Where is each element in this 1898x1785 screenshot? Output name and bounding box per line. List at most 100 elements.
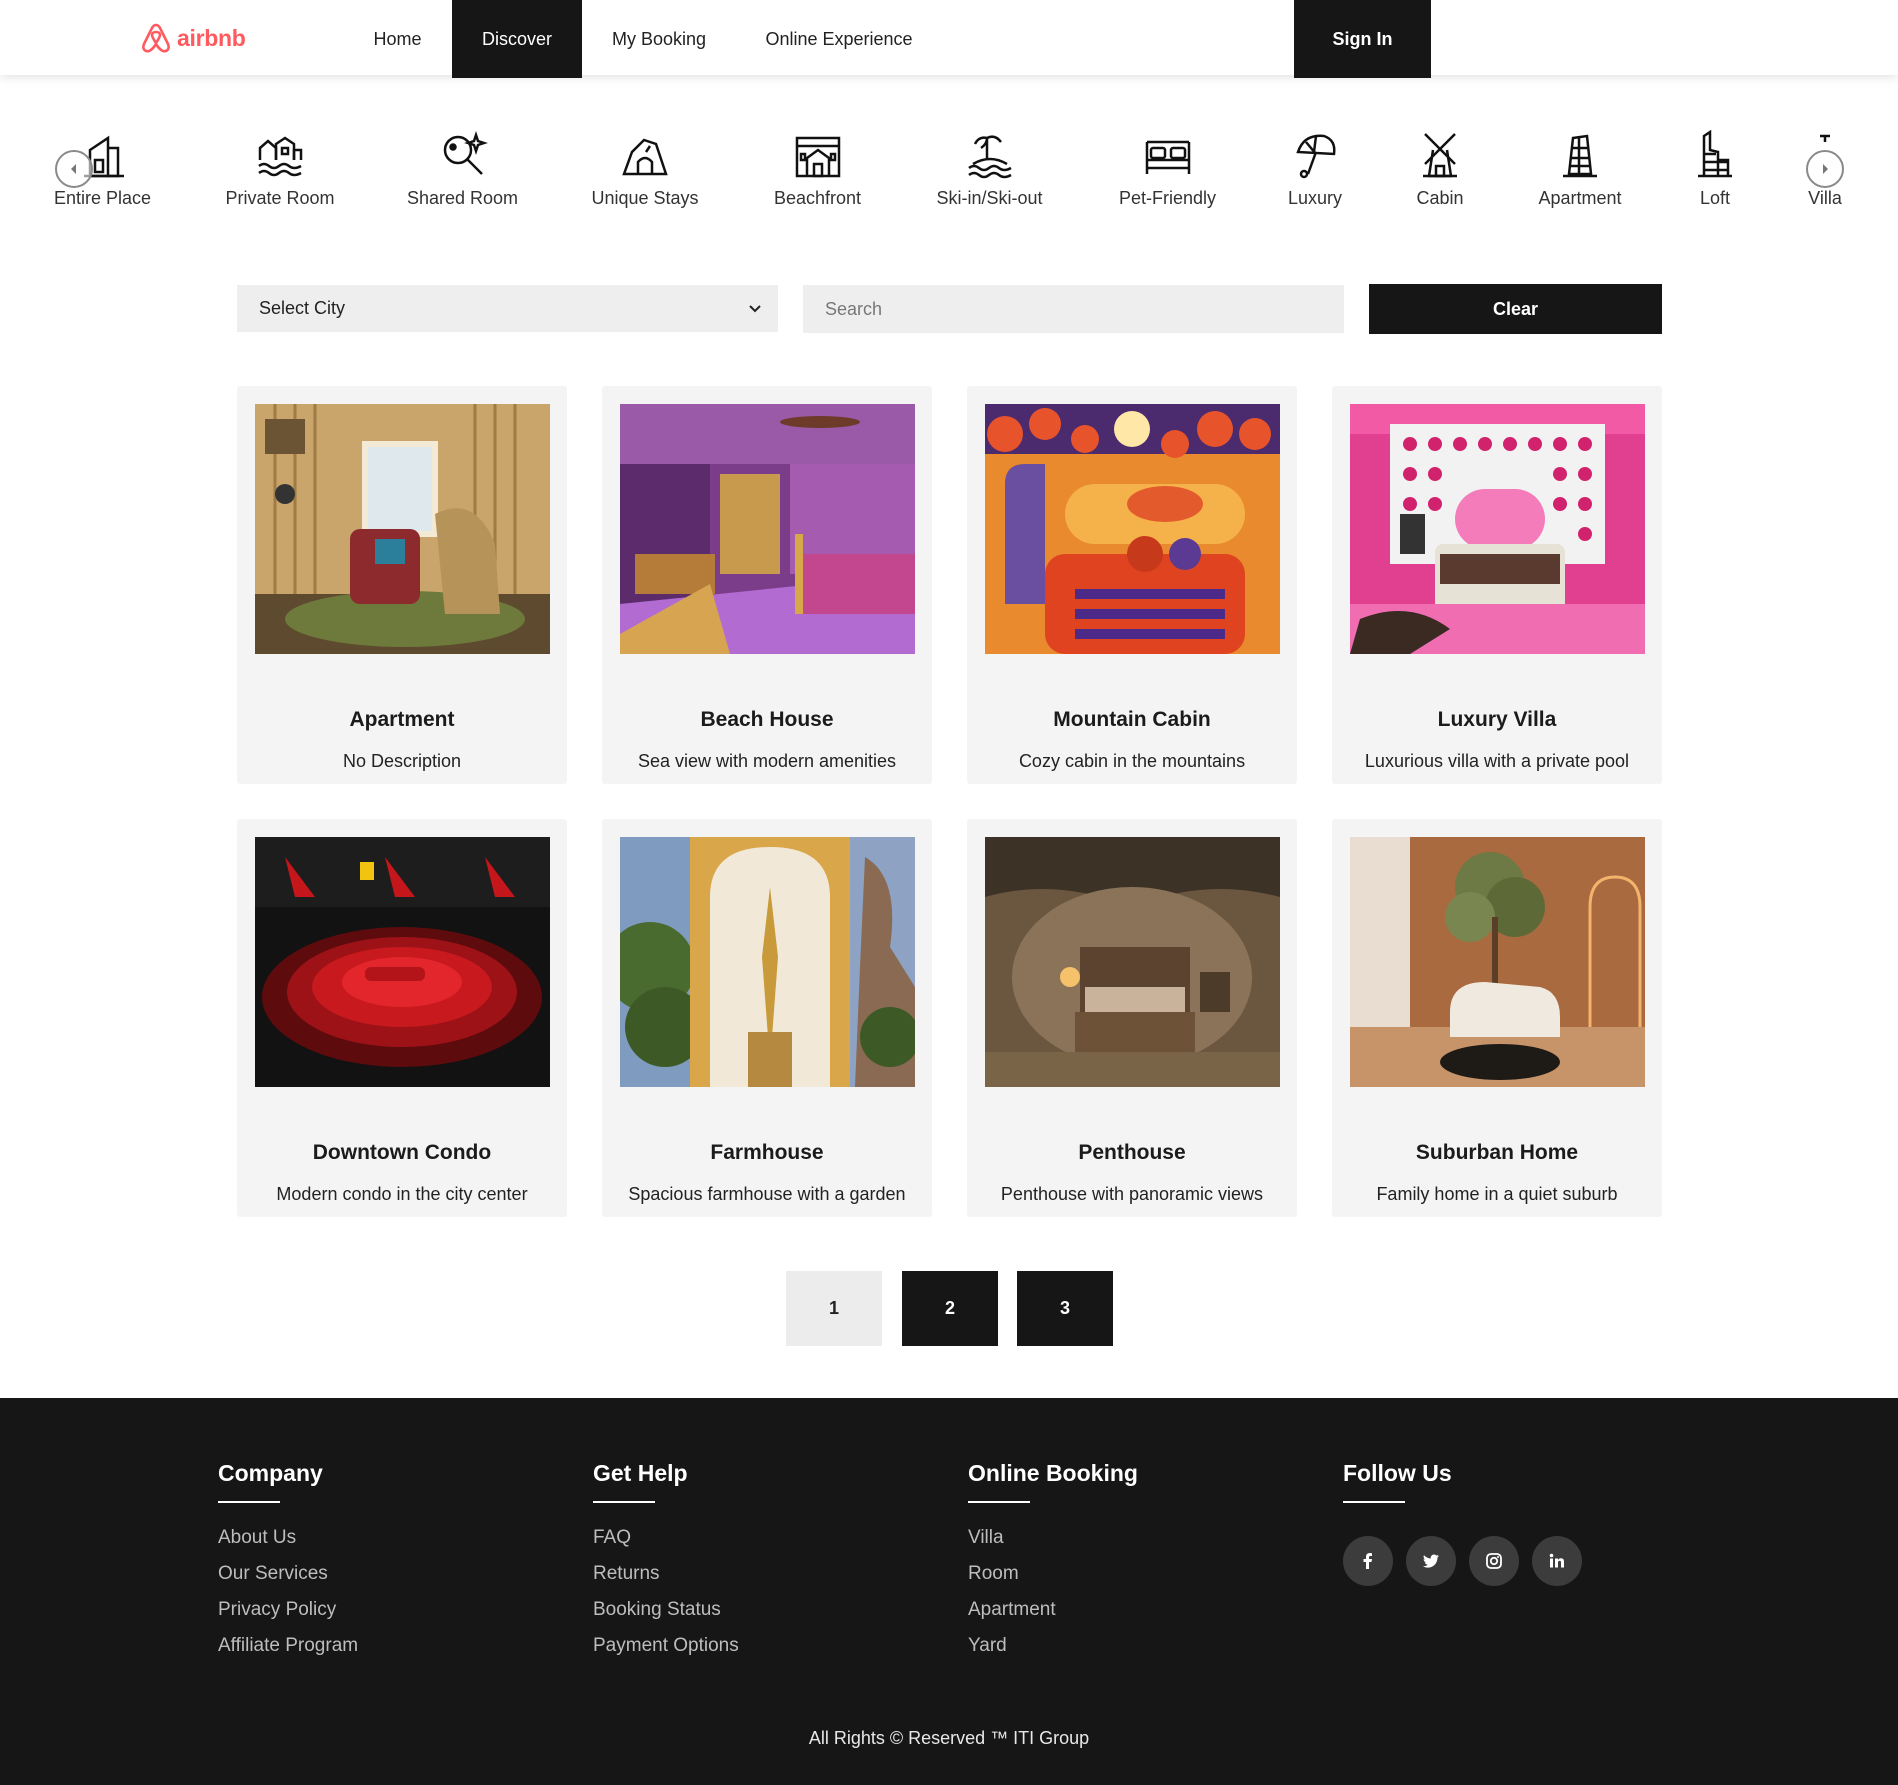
city-select-value: Select City	[259, 298, 346, 318]
listing-description: Penthouse with panoramic views	[1000, 1184, 1264, 1204]
footer-link-yard[interactable]: Yard	[968, 1635, 1138, 1657]
category-label: Beachfront	[773, 188, 862, 208]
category-label: Cabin	[1416, 188, 1464, 208]
listing-description: Spacious farmhouse with a garden	[628, 1184, 906, 1204]
top-navbar: airbnb Home Discover My Booking Online E…	[0, 0, 1898, 78]
bed-icon	[1145, 140, 1190, 174]
listing-card[interactable]: Mountain Cabin Cozy cabin in the mountai…	[967, 386, 1297, 784]
footer-column-follow-us: Follow Us	[1343, 1460, 1582, 1586]
footer-link-room[interactable]: Room	[968, 1563, 1138, 1585]
heading-underline	[968, 1501, 1030, 1503]
listing-card[interactable]: Penthouse Penthouse with panoramic views	[967, 819, 1297, 1217]
footer-link-affiliate-program[interactable]: Affiliate Program	[218, 1635, 358, 1657]
facebook-button[interactable]	[1343, 1536, 1393, 1586]
nav-home[interactable]: Home	[355, 0, 440, 78]
listing-title: Luxury Villa	[1437, 708, 1557, 731]
category-pet-friendly[interactable]: Pet-Friendly	[1115, 130, 1220, 209]
orange-shag-bedroom-photo	[985, 404, 1280, 654]
footer-link-faq[interactable]: FAQ	[593, 1527, 739, 1549]
listing-card[interactable]: Suburban Home Family home in a quiet sub…	[1332, 819, 1662, 1217]
category-cabin[interactable]: Cabin	[1395, 130, 1485, 209]
houses-waves-icon	[258, 136, 303, 177]
page-button-1[interactable]: 1	[786, 1271, 882, 1346]
category-label: Private Room	[225, 188, 335, 208]
footer-link-payment-options[interactable]: Payment Options	[593, 1635, 739, 1657]
listing-card[interactable]: Farmhouse Spacious farmhouse with a gard…	[602, 819, 932, 1217]
airbnb-logo-icon	[142, 23, 170, 53]
category-private-room[interactable]: Private Room	[225, 130, 335, 209]
scroll-right-button[interactable]	[1806, 150, 1844, 188]
footer-link-returns[interactable]: Returns	[593, 1563, 739, 1585]
footer-link-apartment[interactable]: Apartment	[968, 1599, 1138, 1621]
red-racing-bed-photo	[255, 837, 550, 1087]
footer-link-privacy-policy[interactable]: Privacy Policy	[218, 1599, 358, 1621]
listing-card[interactable]: Luxury Villa Luxurious villa with a priv…	[1332, 386, 1662, 784]
wood-room-olive-tree-photo	[1350, 837, 1645, 1087]
footer-link-villa[interactable]: Villa	[968, 1527, 1138, 1549]
listing-description: Cozy cabin in the mountains	[1018, 751, 1246, 771]
twitter-button[interactable]	[1406, 1536, 1456, 1586]
building-icon	[795, 136, 840, 178]
category-loft[interactable]: Loft	[1690, 130, 1740, 209]
chevron-left-icon	[71, 164, 76, 174]
page-button-3[interactable]: 3	[1017, 1271, 1113, 1346]
leaning-tower-icon	[1563, 134, 1597, 178]
scroll-left-button[interactable]	[55, 150, 93, 188]
heading-underline	[593, 1501, 655, 1503]
category-beachfront[interactable]: Beachfront	[765, 130, 870, 209]
brand-name: airbnb	[177, 24, 246, 51]
category-label: Apartment	[1538, 188, 1622, 208]
footer-heading: Company	[218, 1460, 323, 1486]
twitter-icon	[1422, 1554, 1439, 1568]
purple-bedroom-photo	[620, 404, 915, 654]
category-label: Pet-Friendly	[1118, 188, 1217, 208]
category-label: Villa	[1808, 188, 1842, 208]
category-bar: Entire Place Private Room Shared Room Un…	[0, 130, 1898, 230]
nav-discover[interactable]: Discover	[452, 0, 582, 78]
listing-card[interactable]: Beach House Sea view with modern ameniti…	[602, 386, 932, 784]
chevron-down-icon	[749, 304, 761, 312]
footer-column-company: Company About Us Our Services Privacy Po…	[218, 1460, 358, 1671]
heading-underline	[218, 1501, 280, 1503]
listing-card[interactable]: Apartment No Description	[237, 386, 567, 784]
chevron-right-icon	[1823, 164, 1828, 174]
category-ski-in-ski-out[interactable]: Ski-in/Ski-out	[932, 130, 1047, 209]
heading-underline	[1343, 1501, 1405, 1503]
page-button-2[interactable]: 2	[902, 1271, 998, 1346]
nav-my-booking[interactable]: My Booking	[598, 0, 720, 78]
listing-description: Modern condo in the city center	[276, 1184, 528, 1204]
category-luxury[interactable]: Luxury	[1270, 130, 1360, 209]
golden-torch-alcove-photo	[620, 837, 915, 1087]
listing-title: Penthouse	[1078, 1141, 1186, 1164]
category-unique-stays[interactable]: Unique Stays	[590, 130, 700, 209]
listing-title: Downtown Condo	[312, 1141, 492, 1164]
castle-icon	[1698, 130, 1732, 178]
search-input[interactable]	[803, 285, 1344, 333]
footer-column-online-booking: Online Booking Villa Room Apartment Yard	[968, 1460, 1138, 1671]
listing-title: Beach House	[700, 708, 834, 731]
footer-link-our-services[interactable]: Our Services	[218, 1563, 358, 1585]
instagram-button[interactable]	[1469, 1536, 1519, 1586]
city-select[interactable]: Select City	[237, 285, 778, 332]
listing-title: Farmhouse	[710, 1141, 824, 1164]
listing-title: Mountain Cabin	[1053, 708, 1211, 731]
airbnb-logo[interactable]: airbnb	[141, 22, 246, 54]
linkedin-button[interactable]	[1532, 1536, 1582, 1586]
listing-description: Family home in a quiet suburb	[1376, 1184, 1618, 1204]
sign-in-button[interactable]: Sign In	[1294, 0, 1431, 78]
category-label: Ski-in/Ski-out	[936, 188, 1043, 208]
listing-card[interactable]: Downtown Condo Modern condo in the city …	[237, 819, 567, 1217]
category-label: Entire Place	[53, 188, 152, 208]
category-shared-room[interactable]: Shared Room	[405, 130, 520, 209]
footer-link-booking-status[interactable]: Booking Status	[593, 1599, 739, 1621]
footer-link-about-us[interactable]: About Us	[218, 1527, 358, 1549]
nav-online-experience[interactable]: Online Experience	[748, 0, 930, 78]
listing-title: Suburban Home	[1415, 1141, 1579, 1164]
clear-button[interactable]: Clear	[1369, 284, 1662, 334]
retro-living-room-photo	[255, 404, 550, 654]
listing-description: Sea view with modern amenities	[637, 751, 897, 771]
cave-icon	[622, 138, 668, 176]
footer-column-get-help: Get Help FAQ Returns Booking Status Paym…	[593, 1460, 739, 1671]
copyright-text: All Rights © Reserved ™ ITI Group	[808, 1728, 1090, 1748]
category-apartment[interactable]: Apartment	[1530, 130, 1630, 209]
